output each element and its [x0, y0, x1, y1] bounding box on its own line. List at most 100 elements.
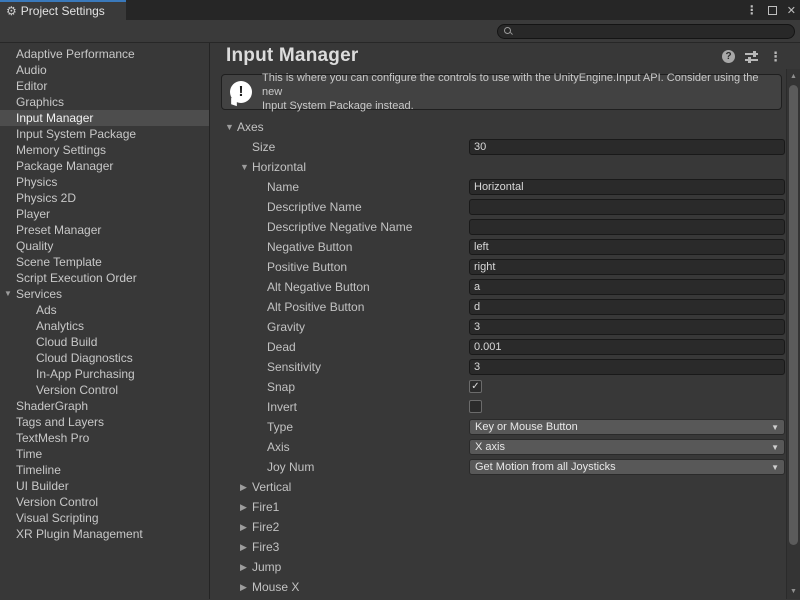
text-field[interactable]: d — [469, 299, 785, 315]
dropdown[interactable]: Key or Mouse Button ▼ — [469, 419, 785, 435]
sidebar-item-label: Script Execution Order — [16, 271, 137, 285]
sidebar-item-label: XR Plugin Management — [16, 527, 143, 541]
sidebar-item[interactable]: Adaptive Performance — [0, 46, 209, 62]
sidebar-item[interactable]: Services — [0, 286, 209, 302]
settings-row: Axis X axis X axis ▼ — [210, 437, 786, 457]
foldout-triangle-icon[interactable] — [240, 522, 252, 533]
field-label: Fire2 — [252, 520, 279, 534]
search-input[interactable] — [517, 26, 777, 38]
field-label: Axis — [267, 440, 290, 454]
sidebar-item-label: Analytics — [36, 319, 84, 333]
more-options-icon[interactable]: ⋮ — [769, 50, 782, 63]
sidebar-item[interactable]: Timeline — [0, 462, 209, 478]
window-menu-icon[interactable]: ⋮ — [746, 3, 758, 17]
dropdown-value: Get Motion from all Joysticks — [475, 461, 616, 473]
text-field[interactable] — [469, 199, 785, 215]
sidebar-item[interactable]: Memory Settings — [0, 142, 209, 158]
settings-row: Descriptive Name ▼ — [210, 197, 786, 217]
sidebar-item[interactable]: Editor — [0, 78, 209, 94]
sidebar-item[interactable]: Version Control — [0, 494, 209, 510]
sidebar-item-label: Preset Manager — [16, 223, 101, 237]
checkbox-box[interactable] — [469, 380, 482, 393]
settings-row: Invert ▼ — [210, 397, 786, 417]
sidebar-item[interactable]: Tags and Layers — [0, 414, 209, 430]
text-field[interactable]: Horizontal — [469, 179, 785, 195]
text-field[interactable]: 30 — [469, 139, 785, 155]
scroll-down-icon[interactable]: ▼ — [787, 585, 800, 598]
settings-row: Alt Positive Button d d ▼ — [210, 297, 786, 317]
sidebar-item[interactable]: Physics 2D — [0, 190, 209, 206]
sidebar-item[interactable]: XR Plugin Management — [0, 526, 209, 542]
text-field[interactable]: 0.001 — [469, 339, 785, 355]
field-label: Mouse X — [252, 580, 299, 594]
sidebar-item-label: Package Manager — [16, 159, 113, 173]
field-label: Alt Negative Button — [267, 280, 370, 294]
settings-row: Negative Button left left ▼ — [210, 237, 786, 257]
checkbox[interactable] — [469, 399, 482, 415]
foldout-triangle-icon[interactable] — [240, 582, 252, 593]
tab-bar: ⚙ Project Settings ⋮ ✕ — [0, 0, 800, 20]
page-title: Input Manager — [226, 45, 358, 67]
preset-sliders-icon[interactable] — [745, 50, 759, 62]
sidebar-item[interactable]: Quality — [0, 238, 209, 254]
sidebar-item[interactable]: Preset Manager — [0, 222, 209, 238]
foldout-triangle-icon[interactable] — [240, 162, 252, 172]
text-field[interactable]: right — [469, 259, 785, 275]
sidebar-item[interactable]: Physics — [0, 174, 209, 190]
sidebar-item[interactable]: Package Manager — [0, 158, 209, 174]
settings-row: Jump ▼ — [210, 557, 786, 577]
text-field[interactable]: 3 — [469, 319, 785, 335]
sidebar-item-label: Input System Package — [16, 127, 136, 141]
search-box[interactable] — [497, 24, 795, 39]
settings-row: Mouse X ▼ — [210, 577, 786, 597]
sidebar-item[interactable]: Cloud Build — [0, 334, 209, 350]
foldout-triangle-icon[interactable] — [4, 286, 14, 302]
foldout-triangle-icon[interactable] — [240, 542, 252, 553]
dropdown[interactable]: Get Motion from all Joysticks ▼ — [469, 459, 785, 475]
sidebar-item[interactable]: Analytics — [0, 318, 209, 334]
help-icon[interactable]: ? — [722, 50, 735, 63]
field-label: Positive Button — [267, 260, 347, 274]
text-field[interactable]: 3 — [469, 359, 785, 375]
scroll-up-icon[interactable]: ▲ — [787, 70, 800, 83]
foldout-triangle-icon[interactable] — [240, 562, 252, 573]
sidebar-item[interactable]: UI Builder — [0, 478, 209, 494]
close-icon[interactable]: ✕ — [787, 4, 796, 17]
sidebar-item[interactable]: Visual Scripting — [0, 510, 209, 526]
field-label: Name — [267, 180, 299, 194]
sidebar-item[interactable]: Input System Package — [0, 126, 209, 142]
text-field[interactable]: a — [469, 279, 785, 295]
sidebar-item-label: Physics 2D — [16, 191, 76, 205]
sidebar-item[interactable]: Scene Template — [0, 254, 209, 270]
text-field[interactable]: left — [469, 239, 785, 255]
foldout-triangle-icon[interactable] — [240, 482, 252, 493]
sidebar-item-label: Memory Settings — [16, 143, 106, 157]
sidebar-item[interactable]: Script Execution Order — [0, 270, 209, 286]
sidebar-item[interactable]: Player — [0, 206, 209, 222]
sidebar-item[interactable]: Ads — [0, 302, 209, 318]
checkbox[interactable] — [469, 379, 482, 395]
sidebar-item[interactable]: Input Manager — [0, 110, 209, 126]
text-field[interactable] — [469, 219, 785, 235]
sidebar-item[interactable]: In-App Purchasing — [0, 366, 209, 382]
settings-row: Type Key or Mouse Button Key or Mouse Bu… — [210, 417, 786, 437]
settings-row: Joy Num Get Motion from all Joysticks Ge… — [210, 457, 786, 477]
sidebar-item[interactable]: ShaderGraph — [0, 398, 209, 414]
sidebar-item[interactable]: Audio — [0, 62, 209, 78]
settings-row: Horizontal ▼ — [210, 157, 786, 177]
content: Adaptive Performance Audio Editor Graphi… — [0, 43, 800, 599]
settings-row: Dead 0.001 0.001 ▼ — [210, 337, 786, 357]
tab-project-settings[interactable]: ⚙ Project Settings — [0, 0, 126, 20]
sidebar-item[interactable]: Time — [0, 446, 209, 462]
dropdown[interactable]: X axis ▼ — [469, 439, 785, 455]
sidebar-item[interactable]: Cloud Diagnostics — [0, 350, 209, 366]
scrollbar-thumb[interactable] — [789, 85, 798, 545]
maximize-icon[interactable] — [768, 6, 777, 15]
sidebar-item[interactable]: Graphics — [0, 94, 209, 110]
sidebar-item[interactable]: Version Control — [0, 382, 209, 398]
foldout-triangle-icon[interactable] — [240, 502, 252, 513]
sidebar-item[interactable]: TextMesh Pro — [0, 430, 209, 446]
foldout-triangle-icon[interactable] — [225, 122, 237, 132]
checkbox-box[interactable] — [469, 400, 482, 413]
vertical-scrollbar[interactable]: ▲ ▼ — [786, 69, 800, 599]
